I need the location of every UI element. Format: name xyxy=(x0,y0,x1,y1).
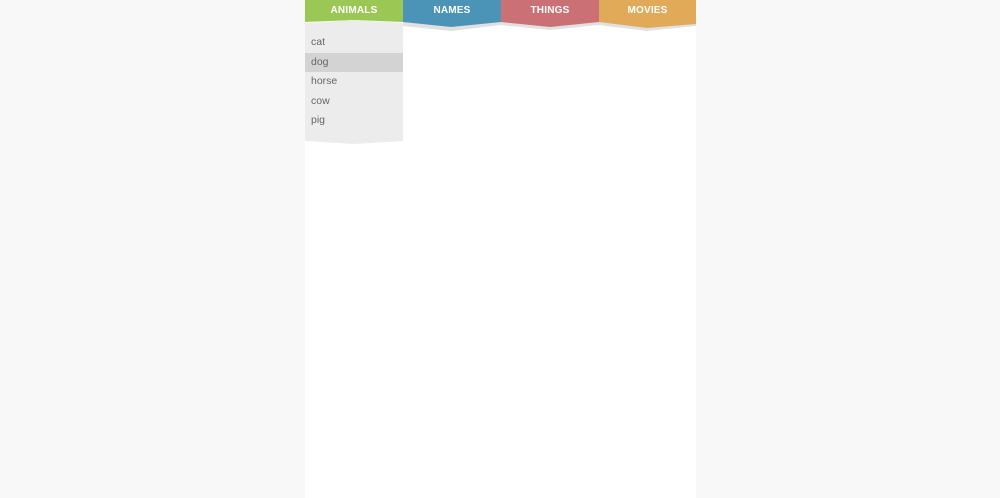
tab-names[interactable]: NAMES xyxy=(403,0,501,27)
menu-item-horse[interactable]: horse xyxy=(305,72,403,92)
tab-animals-label: ANIMALS xyxy=(330,5,378,16)
tab-names-label: NAMES xyxy=(433,5,471,16)
menu-item-pig[interactable]: pig xyxy=(305,111,403,131)
page-container: ANIMALS NAMES THINGS MOVIES cat dog hors… xyxy=(305,0,696,498)
tab-things[interactable]: THINGS xyxy=(501,0,599,27)
menu-item-cat[interactable]: cat xyxy=(305,33,403,53)
tab-things-label: THINGS xyxy=(530,5,570,16)
tab-animals[interactable]: ANIMALS xyxy=(305,0,403,22)
menu-item-cow[interactable]: cow xyxy=(305,92,403,112)
tab-movies-label: MOVIES xyxy=(627,5,668,16)
dropdown-list: cat dog horse cow pig xyxy=(305,33,403,131)
animals-dropdown-menu: cat dog horse cow pig xyxy=(305,20,403,145)
menu-item-dog[interactable]: dog xyxy=(305,52,403,73)
tab-movies[interactable]: MOVIES xyxy=(599,0,696,28)
